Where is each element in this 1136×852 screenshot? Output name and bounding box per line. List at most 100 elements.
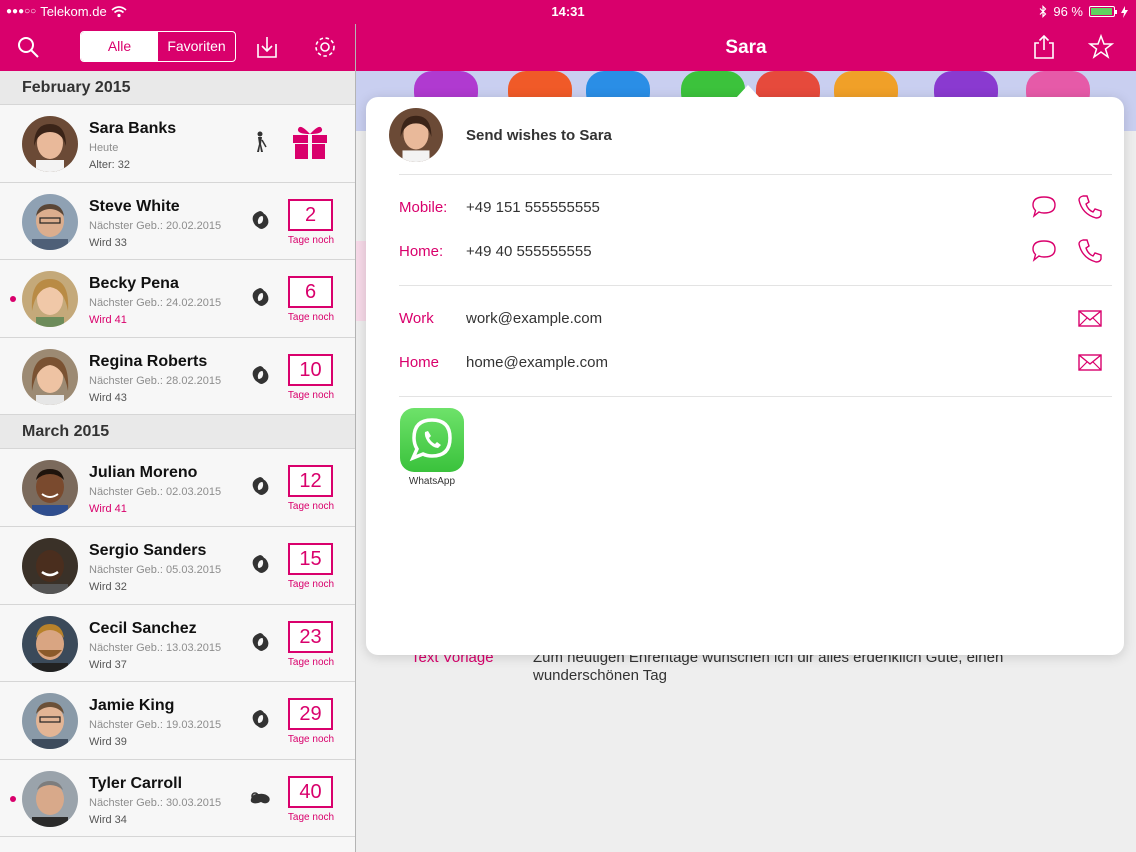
download-icon[interactable] <box>254 34 280 60</box>
days-left-label: Tage noch <box>287 234 335 246</box>
mail-icon[interactable] <box>1076 304 1104 332</box>
message-icon[interactable] <box>1030 237 1058 265</box>
list-item[interactable]: Becky Pena Nächster Geb.: 24.02.2015 Wir… <box>0 260 355 338</box>
list-item[interactable]: Sara Banks Heute Alter: 32 <box>0 105 355 183</box>
days-left-count: 10 <box>288 353 333 386</box>
mail-icon[interactable] <box>1076 348 1104 376</box>
days-left-label: Tage noch <box>287 501 335 513</box>
pisces-icon <box>252 632 269 651</box>
unread-dot <box>10 296 16 303</box>
days-left-count: 40 <box>288 775 333 808</box>
list-item[interactable]: Jamie King Nächster Geb.: 19.03.2015 Wir… <box>0 682 355 760</box>
avatar <box>22 537 78 594</box>
contact-name: Tyler Carroll <box>89 774 183 792</box>
days-left-label: Tage noch <box>287 656 335 668</box>
contact-name: Julian Moreno <box>89 464 198 482</box>
divider <box>399 285 1112 286</box>
phone-icon[interactable] <box>1076 193 1104 221</box>
contact-name: Becky Pena <box>89 275 179 293</box>
birthday-date: Heute <box>89 142 119 154</box>
next-birthday: Nächster Geb.: 19.03.2015 <box>89 719 222 732</box>
turning-age: Wird 33 <box>89 236 127 249</box>
list-item[interactable]: Tyler Carroll Nächster Geb.: 30.03.2015 … <box>0 759 355 838</box>
email-row-home: Home home@example.com <box>399 348 1112 378</box>
email-row-work: Work work@example.com <box>399 304 1112 334</box>
avatar <box>22 615 78 672</box>
popover-title: Send wishes to Sara <box>466 127 612 144</box>
turning-age: Wird 41 <box>89 314 127 327</box>
next-birthday: Nächster Geb.: 30.03.2015 <box>89 796 222 809</box>
message-icon[interactable] <box>1030 193 1058 221</box>
phone-label: Home: <box>399 243 444 260</box>
whatsapp-label: WhatsApp <box>408 476 456 487</box>
turning-age: Wird 32 <box>89 580 127 593</box>
turning-age: Wird 34 <box>89 813 127 826</box>
detail-title: Sara <box>725 37 767 58</box>
avatar <box>389 108 443 162</box>
days-left-count: 23 <box>288 620 333 653</box>
list-item[interactable]: Regina Roberts Nächster Geb.: 28.02.2015… <box>0 337 355 416</box>
next-birthday: Nächster Geb.: 24.02.2015 <box>89 297 222 310</box>
next-birthday: Nächster Geb.: 13.03.2015 <box>89 641 222 654</box>
contact-name: Jamie King <box>89 697 175 715</box>
list-item[interactable]: Julian Moreno Nächster Geb.: 02.03.2015 … <box>0 449 355 527</box>
battery-icon <box>1089 6 1117 17</box>
aquarius-icon <box>257 131 267 152</box>
pisces-icon <box>252 710 269 729</box>
pisces-icon <box>252 477 269 496</box>
age-label: Alter: 32 <box>89 159 130 171</box>
email-label: Work <box>399 310 434 327</box>
status-right: 96 % <box>1039 4 1128 19</box>
days-left-count: 2 <box>288 198 333 231</box>
battery-percent: 96 % <box>1053 4 1083 19</box>
next-birthday: Nächster Geb.: 02.03.2015 <box>89 486 222 499</box>
avatar <box>22 193 78 250</box>
days-left-label: Tage noch <box>287 734 335 746</box>
clock: 14:31 <box>551 4 585 19</box>
status-bar: ●●●○○ Telekom.de 14:31 96 % <box>0 0 1136 24</box>
turning-age: Wird 37 <box>89 658 127 671</box>
star-icon[interactable] <box>1088 34 1114 60</box>
list-item[interactable]: Cecil Sanchez Nächster Geb.: 13.03.2015 … <box>0 604 355 683</box>
days-left-label: Tage noch <box>287 389 335 401</box>
contact-name: Steve White <box>89 197 180 215</box>
phone-row-mobile: Mobile: +49 151 555555555 <box>399 193 1112 223</box>
popover-arrow <box>736 85 760 98</box>
phone-row-home: Home: +49 40 555555555 <box>399 237 1112 267</box>
whatsapp-app-icon[interactable] <box>400 408 464 472</box>
email-address[interactable]: home@example.com <box>466 354 608 371</box>
avatar <box>22 348 78 405</box>
search-icon[interactable] <box>15 34 41 60</box>
detail-nav-bar: Sara <box>356 24 1136 71</box>
divider <box>399 174 1112 175</box>
segment-favoriten[interactable]: Favoriten <box>158 32 235 61</box>
pisces-icon <box>252 210 269 229</box>
avatar <box>22 460 78 517</box>
turning-age: Wird 43 <box>89 391 127 404</box>
days-left-label: Tage noch <box>287 811 335 823</box>
section-header: February 2015 <box>0 71 355 105</box>
share-icon[interactable] <box>1031 34 1057 60</box>
avatar <box>22 693 78 750</box>
split-divider <box>355 24 356 852</box>
gift-icon[interactable] <box>290 121 330 161</box>
charging-icon <box>1121 5 1128 18</box>
gear-icon[interactable] <box>312 34 338 60</box>
turning-age: Wird 41 <box>89 503 127 516</box>
list-nav-bar: Alle Favoriten <box>0 24 355 71</box>
bluetooth-icon <box>1039 5 1047 18</box>
days-left-count: 29 <box>288 698 333 731</box>
list-item[interactable]: Sergio Sanders Nächster Geb.: 05.03.2015… <box>0 526 355 605</box>
next-birthday: Nächster Geb.: 05.03.2015 <box>89 563 222 576</box>
phone-icon[interactable] <box>1076 237 1104 265</box>
next-birthday: Nächster Geb.: 20.02.2015 <box>89 219 222 232</box>
list-item[interactable]: Steve White Nächster Geb.: 20.02.2015 Wi… <box>0 182 355 261</box>
pisces-icon <box>252 288 269 307</box>
segment-alle[interactable]: Alle <box>81 32 158 61</box>
phone-number[interactable]: +49 151 555555555 <box>466 199 600 216</box>
contact-name: Sara Banks <box>89 120 177 137</box>
phone-number[interactable]: +49 40 555555555 <box>466 243 592 260</box>
email-label: Home <box>399 354 440 371</box>
email-address[interactable]: work@example.com <box>466 310 602 327</box>
contact-name: Cecil Sanchez <box>89 619 197 637</box>
